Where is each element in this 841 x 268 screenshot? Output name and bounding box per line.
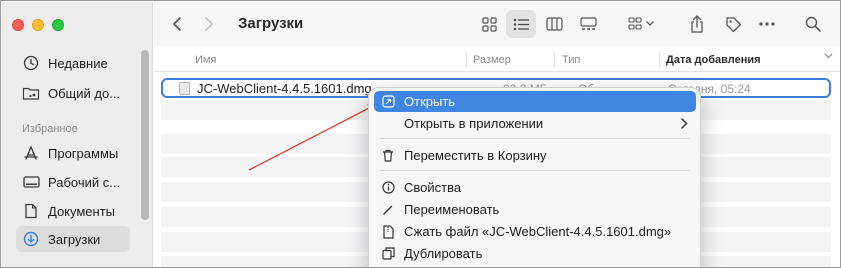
sidebar-item-label: Документы — [48, 203, 116, 219]
back-icon — [172, 16, 182, 32]
info-icon — [380, 180, 396, 196]
share-icon — [690, 15, 704, 33]
sidebar-item-label: Загрузки — [48, 231, 101, 247]
menu-item-label: Открыть в приложении — [404, 116, 544, 131]
column-name[interactable]: Имя — [195, 54, 216, 66]
chevron-right-icon — [681, 118, 688, 129]
search-icon — [805, 16, 821, 32]
search-button[interactable] — [800, 10, 826, 38]
open-icon — [380, 94, 396, 110]
sort-chevron-icon[interactable] — [824, 53, 833, 59]
column-view-button[interactable] — [540, 10, 568, 38]
menu-item-duplicate[interactable]: Дублировать — [374, 243, 696, 264]
shared-folder-icon — [22, 84, 40, 102]
sidebar: Недавние Общий до... Избранное Программы… — [2, 2, 153, 267]
menu-item-label: Дублировать — [404, 246, 483, 261]
finder-window: Недавние Общий до... Избранное Программы… — [0, 0, 841, 268]
grid-view-icon — [481, 16, 497, 32]
pencil-icon — [380, 202, 396, 218]
group-button[interactable] — [624, 10, 660, 38]
menu-separator — [380, 170, 690, 171]
forward-button[interactable] — [198, 10, 220, 38]
list-view-button[interactable] — [506, 10, 536, 38]
list-view-icon — [513, 18, 530, 31]
forward-icon — [204, 16, 214, 32]
menu-item-move-to-trash[interactable]: Переместить в Корзину — [374, 145, 696, 166]
gallery-view-button[interactable] — [574, 10, 602, 38]
zoom-window-button[interactable] — [52, 19, 64, 31]
document-icon — [22, 202, 40, 220]
column-divider[interactable] — [659, 52, 660, 68]
context-menu: Открыть Открыть в приложении Переместить… — [368, 87, 701, 267]
column-kind[interactable]: Тип — [562, 54, 580, 66]
dmg-file-icon — [179, 82, 190, 95]
sidebar-item-label: Рабочий с... — [48, 174, 121, 190]
sidebar-item-label: Общий до... — [48, 85, 121, 101]
menu-item-label: Сжать файл «JC-WebClient-4.4.5.1601.dmg» — [404, 224, 672, 239]
menu-separator — [380, 138, 690, 139]
trash-icon — [380, 148, 396, 164]
duplicate-icon — [380, 246, 396, 262]
sidebar-section-favorites: Избранное — [22, 123, 78, 135]
archive-icon — [380, 224, 396, 240]
menu-item-rename[interactable]: Переименовать — [374, 199, 696, 220]
sidebar-item-desktop[interactable]: Рабочий с... — [16, 169, 130, 195]
minimize-window-button[interactable] — [32, 19, 44, 31]
column-view-icon — [545, 17, 563, 31]
gallery-view-icon — [579, 17, 597, 31]
sidebar-item-shared[interactable]: Общий до... — [16, 80, 130, 106]
toolbar: Загрузки — [154, 2, 840, 46]
more-button[interactable] — [754, 10, 780, 38]
menu-item-compress[interactable]: Сжать файл «JC-WebClient-4.4.5.1601.dmg» — [374, 221, 696, 242]
column-divider[interactable] — [554, 52, 555, 68]
sidebar-item-recents[interactable]: Недавние — [16, 50, 130, 76]
tag-button[interactable] — [720, 10, 746, 38]
menu-item-open-with[interactable]: Открыть в приложении — [374, 113, 696, 134]
icon-view-button[interactable] — [476, 10, 502, 38]
menu-item-open[interactable]: Открыть — [374, 91, 696, 112]
group-icon — [628, 17, 656, 31]
more-icon — [759, 22, 775, 26]
column-date-added[interactable]: Дата добавления — [666, 54, 761, 66]
menu-item-label: Переместить в Корзину — [404, 148, 547, 163]
window-title: Загрузки — [238, 15, 304, 32]
menu-item-label: Свойства — [404, 180, 462, 195]
menu-item-label: Открыть — [404, 94, 456, 109]
menu-item-label: Переименовать — [404, 202, 500, 217]
desktop-icon — [22, 173, 40, 191]
menu-item-get-info[interactable]: Свойства — [374, 177, 696, 198]
sidebar-item-label: Программы — [48, 145, 119, 161]
close-window-button[interactable] — [12, 19, 24, 31]
applications-icon — [22, 144, 40, 162]
sidebar-item-label: Недавние — [48, 55, 108, 71]
sidebar-item-documents[interactable]: Документы — [16, 198, 130, 224]
sidebar-item-downloads[interactable]: Загрузки — [16, 226, 130, 252]
column-header: Имя Размер Тип Дата добавления — [154, 48, 840, 72]
sidebar-item-applications[interactable]: Программы — [16, 140, 130, 166]
download-icon — [22, 230, 40, 248]
clock-icon — [22, 54, 40, 72]
back-button[interactable] — [166, 10, 188, 38]
share-button[interactable] — [684, 10, 710, 38]
column-size[interactable]: Размер — [473, 54, 511, 66]
tag-icon — [725, 16, 742, 33]
column-divider[interactable] — [466, 52, 467, 68]
sidebar-scrollbar[interactable] — [141, 50, 149, 220]
